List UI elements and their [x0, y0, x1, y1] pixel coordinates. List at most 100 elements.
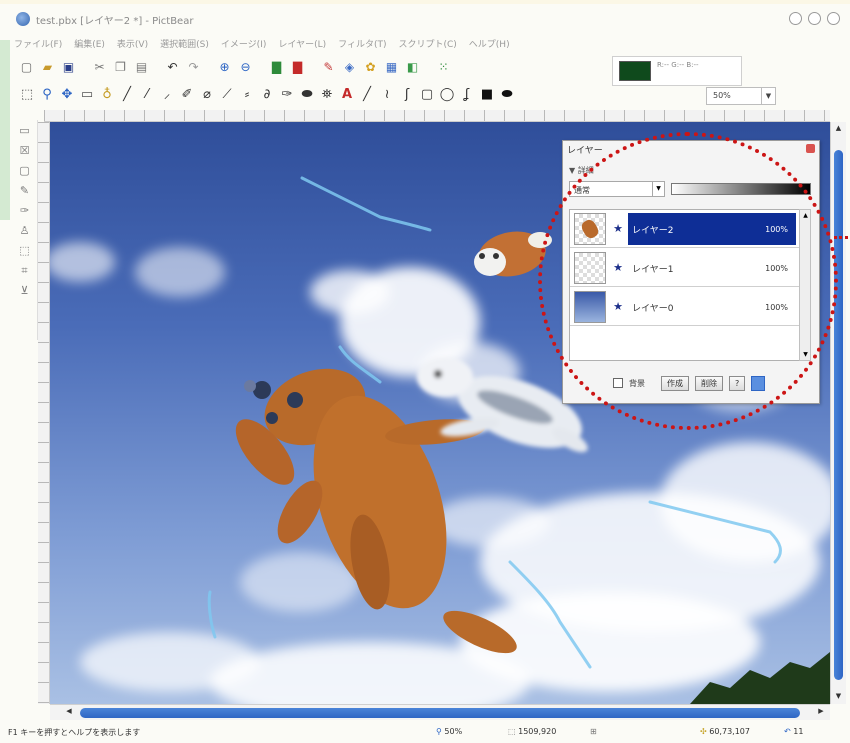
- delete-layer-button[interactable]: 削除: [695, 375, 723, 391]
- brush-icon[interactable]: ✎: [320, 59, 337, 76]
- layer-name-box: レイヤー0 100%: [628, 291, 796, 323]
- view-frame-icon[interactable]: ▢: [18, 164, 32, 178]
- line-icon[interactable]: ╱: [358, 84, 376, 104]
- gradient-icon[interactable]: ⟋: [218, 84, 236, 104]
- visibility-star-icon[interactable]: ★: [612, 261, 624, 274]
- menu-layer[interactable]: レイヤー(L): [278, 37, 326, 50]
- pen-icon[interactable]: ʆ: [458, 84, 476, 104]
- scroll-down-icon[interactable]: ▼: [833, 692, 844, 702]
- smudge-icon[interactable]: ∂: [258, 84, 276, 104]
- menu-image[interactable]: イメージ(I): [221, 37, 267, 50]
- eyedropper-icon[interactable]: ⸗: [238, 84, 256, 104]
- zoom-in-icon[interactable]: ⊕: [216, 59, 233, 76]
- visibility-star-icon[interactable]: ★: [612, 300, 624, 313]
- copy-icon[interactable]: ❐: [112, 59, 129, 76]
- menu-select[interactable]: 選択範囲(S): [160, 37, 209, 50]
- airbrush-icon[interactable]: ⸝: [158, 84, 176, 104]
- path-icon[interactable]: ʃ: [398, 84, 416, 104]
- chevron-down-icon[interactable]: ▼: [761, 88, 775, 104]
- zoom-out-icon[interactable]: ⊖: [237, 59, 254, 76]
- vertical-scrollbar[interactable]: ▲ ▼: [830, 122, 846, 704]
- new-file-icon[interactable]: ▢: [18, 59, 35, 76]
- zoom-icon[interactable]: ⚲: [38, 84, 56, 104]
- brush-tool-icon[interactable]: ⁄: [138, 84, 156, 104]
- menu-view[interactable]: 表示(V): [117, 37, 148, 50]
- background-checkbox[interactable]: [613, 378, 623, 388]
- close-icon[interactable]: [806, 144, 815, 153]
- vertical-scroll-thumb[interactable]: [834, 150, 843, 680]
- scroll-right-icon[interactable]: ▶: [816, 707, 826, 718]
- scroll-up-icon[interactable]: ▲: [833, 124, 844, 134]
- close-button[interactable]: [827, 12, 840, 25]
- layer-list-scrollbar[interactable]: ▲ ▼: [799, 209, 811, 361]
- horizontal-scrollbar[interactable]: ◀ ▶: [50, 704, 830, 720]
- visibility-star-icon[interactable]: ★: [612, 222, 624, 235]
- hand-icon[interactable]: ⬬: [298, 84, 316, 104]
- undo-icon[interactable]: ↶: [164, 59, 181, 76]
- save-icon[interactable]: ▣: [60, 59, 77, 76]
- text-icon[interactable]: A: [338, 84, 356, 104]
- layer-help-button[interactable]: ?: [729, 375, 746, 391]
- menu-script[interactable]: スクリプト(C): [398, 37, 456, 50]
- fill-ellipse-icon[interactable]: ⬬: [498, 84, 516, 104]
- scroll-up-icon[interactable]: ▲: [801, 212, 810, 219]
- minimize-button[interactable]: [789, 12, 802, 25]
- layer-name: レイヤー2: [632, 225, 674, 236]
- lasso-icon[interactable]: ♁: [98, 84, 116, 104]
- palette-icon[interactable]: ✿: [362, 59, 379, 76]
- redo-icon[interactable]: ↷: [185, 59, 202, 76]
- pictbear-window: test.pbx [レイヤー2 *] - PictBear ファイル(F) 編集…: [0, 0, 850, 743]
- fill-icon[interactable]: ⛯: [318, 84, 336, 104]
- blend-mode-select[interactable]: 通常 ▼: [569, 181, 665, 197]
- layers-panel-detail-toggle[interactable]: ▼ 詳細: [569, 165, 594, 176]
- maximize-button[interactable]: [808, 12, 821, 25]
- palette-window-icon[interactable]: ▭: [18, 124, 32, 138]
- pencil-icon[interactable]: ╱: [118, 84, 136, 104]
- layer-properties-button[interactable]: [751, 375, 766, 391]
- layer-row[interactable]: ★ レイヤー1 100%: [570, 249, 800, 287]
- new-layer-button[interactable]: 作成: [661, 375, 689, 391]
- opacity-gradient-slider[interactable]: [671, 183, 811, 195]
- zoom-select[interactable]: 50% ▼: [706, 87, 776, 105]
- move-icon[interactable]: ✥: [58, 84, 76, 104]
- menu-edit[interactable]: 編集(E): [74, 37, 105, 50]
- marquee-icon[interactable]: ▭: [78, 84, 96, 104]
- settings-icon[interactable]: ▦: [383, 59, 400, 76]
- close-view-icon[interactable]: ☒: [18, 144, 32, 158]
- pen-small-icon[interactable]: ✑: [18, 204, 32, 218]
- rect-icon[interactable]: ▢: [418, 84, 436, 104]
- cut-icon[interactable]: ✂: [91, 59, 108, 76]
- navigator-icon[interactable]: ◧: [404, 59, 421, 76]
- crop-small-icon[interactable]: ⌗: [18, 264, 32, 278]
- bucket-icon[interactable]: ⌀: [198, 84, 216, 104]
- stamp-small-icon[interactable]: ♙: [18, 224, 32, 238]
- layer-icon[interactable]: ▇: [289, 59, 306, 76]
- chevron-down-icon[interactable]: ▼: [652, 182, 664, 196]
- undo-status-icon: ↶: [784, 727, 791, 736]
- menu-file[interactable]: ファイル(F): [14, 37, 62, 50]
- scroll-down-icon[interactable]: ▼: [801, 351, 810, 358]
- horizontal-scroll-thumb[interactable]: [80, 708, 800, 718]
- layer-opacity: 100%: [765, 303, 788, 312]
- layers-icon[interactable]: ◈: [341, 59, 358, 76]
- layer-row[interactable]: ★ レイヤー0 100%: [570, 288, 800, 326]
- foreground-color-swatch[interactable]: [619, 61, 651, 81]
- image-icon[interactable]: ▇: [268, 59, 285, 76]
- stamp-icon[interactable]: ✑: [278, 84, 296, 104]
- open-file-icon[interactable]: ▰: [39, 59, 56, 76]
- selection-small-icon[interactable]: ⬚: [18, 244, 32, 258]
- curve-icon[interactable]: ≀: [378, 84, 396, 104]
- paste-icon[interactable]: ▤: [133, 59, 150, 76]
- ellipse-icon[interactable]: ◯: [438, 84, 456, 104]
- fill-rect-icon[interactable]: ■: [478, 84, 496, 104]
- brush-small-icon[interactable]: ✎: [18, 184, 32, 198]
- menu-filter[interactable]: フィルタ(T): [338, 37, 386, 50]
- status-selection-icon: ⊞: [590, 727, 597, 736]
- scroll-left-icon[interactable]: ◀: [64, 707, 74, 718]
- menu-help[interactable]: ヘルプ(H): [469, 37, 510, 50]
- select-rect-icon[interactable]: ⬚: [18, 84, 36, 104]
- eraser-icon[interactable]: ✐: [178, 84, 196, 104]
- layer-row[interactable]: ★ レイヤー2 100%: [570, 210, 800, 248]
- transform-small-icon[interactable]: ⊻: [18, 284, 32, 298]
- grid-icon[interactable]: ⁙: [435, 59, 452, 76]
